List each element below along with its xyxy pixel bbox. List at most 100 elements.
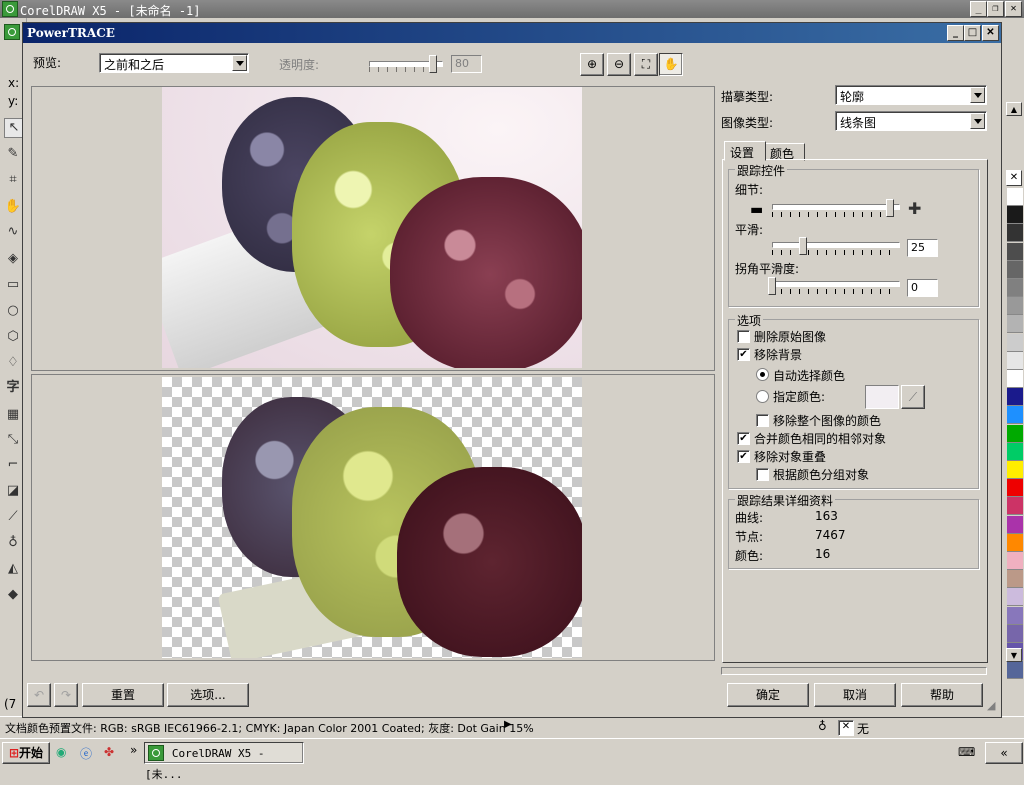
tray-expand-button[interactable]: « (985, 742, 1023, 764)
palette-swatch[interactable] (1007, 279, 1023, 297)
palette-none-swatch[interactable]: ✕ (1006, 170, 1022, 186)
eyedropper-button[interactable]: ⟋ (901, 385, 925, 409)
ellipse-tool-icon[interactable]: ○ (4, 302, 22, 320)
palette-swatch[interactable] (1007, 406, 1023, 425)
connector-tool-icon[interactable]: ⌐ (4, 456, 22, 474)
ok-button[interactable]: 确定 (727, 683, 809, 707)
preview-select[interactable]: 之前和之后 (99, 53, 249, 73)
palette-swatch[interactable] (1007, 497, 1023, 516)
palette-swatch[interactable] (1007, 260, 1023, 279)
dialog-close-button[interactable]: ✕ (982, 25, 999, 41)
reset-button[interactable]: 重置 (82, 683, 164, 707)
palette-swatch[interactable] (1007, 661, 1023, 680)
palette-swatch[interactable] (1007, 351, 1023, 370)
remove-background-checkbox[interactable]: ✔ (737, 348, 750, 361)
palette-swatch[interactable] (1007, 461, 1023, 479)
palette-swatch[interactable] (1007, 606, 1023, 625)
fill-tool-icon[interactable]: ◭ (4, 560, 22, 578)
status-arrow-icon[interactable]: ▶ (504, 719, 512, 730)
palette-swatch[interactable] (1007, 479, 1023, 498)
specify-color-radio[interactable] (756, 390, 769, 403)
palette-swatch[interactable] (1007, 242, 1023, 261)
text-tool-icon[interactable]: 字 (4, 379, 22, 397)
app-close-button[interactable]: ✕ (1005, 1, 1022, 17)
app-minimize-button[interactable]: _ (970, 1, 987, 17)
palette-swatch[interactable] (1007, 533, 1023, 552)
undo-button[interactable]: ↶ (27, 683, 51, 707)
freehand-tool-icon[interactable]: ∿ (4, 223, 22, 241)
table-tool-icon[interactable]: ▦ (4, 406, 22, 424)
task-coreldraw-button[interactable]: CorelDRAW X5 - [未... (144, 742, 304, 781)
corner-input[interactable]: 0 (907, 279, 938, 297)
browser-icon[interactable]: ◉ (56, 745, 66, 759)
dialog-minimize-button[interactable]: _ (947, 25, 964, 41)
detail-slider-track[interactable] (772, 204, 900, 210)
smoothing-slider-track[interactable] (772, 242, 900, 248)
basic-shapes-icon[interactable]: ♢ (4, 354, 22, 372)
palette-swatch[interactable] (1007, 370, 1023, 388)
eyedropper-tool-icon[interactable]: ⟋ (4, 508, 22, 526)
shape-tool-icon[interactable]: ✎ (4, 145, 22, 163)
polygon-tool-icon[interactable]: ⬡ (4, 328, 22, 346)
palette-up-arrow-icon[interactable]: ▲ (1006, 102, 1022, 116)
cancel-button[interactable]: 取消 (814, 683, 896, 707)
dialog-maximize-button[interactable]: □ (964, 25, 981, 41)
redo-button[interactable]: ↷ (54, 683, 78, 707)
smoothing-slider-thumb[interactable] (799, 237, 807, 255)
chevron-down-icon (970, 87, 985, 103)
palette-swatch[interactable] (1007, 315, 1023, 334)
start-button[interactable]: ⊞开始 (2, 742, 50, 764)
fit-view-button[interactable]: ⛶ (634, 53, 658, 76)
palette-swatch[interactable] (1007, 297, 1023, 316)
image-type-select[interactable]: 线条图 (835, 111, 987, 131)
transparency-slider-thumb[interactable] (429, 55, 437, 73)
keyboard-icon[interactable]: ⌨ (958, 745, 975, 759)
specify-color-swatch[interactable] (865, 385, 899, 409)
palette-swatch[interactable] (1007, 570, 1023, 589)
help-button[interactable]: 帮助 (901, 683, 983, 707)
more-icon[interactable]: » (130, 743, 137, 757)
pan-hand-button[interactable]: ✋ (659, 53, 683, 76)
dimension-tool-icon[interactable]: ⤡ (4, 431, 22, 449)
remove-whole-color-checkbox[interactable] (756, 414, 769, 427)
palette-swatch[interactable] (1007, 624, 1023, 643)
corner-slider-track[interactable] (772, 281, 900, 287)
palette-swatch[interactable] (1007, 188, 1023, 206)
palette-swatch[interactable] (1007, 588, 1023, 607)
pan-tool-icon[interactable]: ✋ (4, 198, 22, 216)
palette-swatch[interactable] (1007, 388, 1023, 407)
palette-down-arrow-icon[interactable]: ▼ (1006, 648, 1022, 662)
ie-icon[interactable]: ⓔ (80, 745, 92, 762)
blend-tool-icon[interactable]: ◪ (4, 482, 22, 500)
zoom-out-button[interactable]: ⊖ (607, 53, 631, 76)
transparency-input[interactable]: 80 (451, 55, 482, 73)
palette-swatch[interactable] (1007, 206, 1023, 225)
palette-swatch[interactable] (1007, 424, 1023, 443)
palette-swatch[interactable] (1007, 515, 1023, 534)
pick-tool-icon[interactable]: ↖ (4, 118, 24, 138)
interactive-fill-icon[interactable]: ◆ (4, 586, 22, 604)
trace-type-select[interactable]: 轮廓 (835, 85, 987, 105)
zoom-in-button[interactable]: ⊕ (580, 53, 604, 76)
palette-swatch[interactable] (1007, 552, 1023, 570)
resize-grip-icon[interactable]: ◢ (987, 699, 995, 712)
smart-fill-icon[interactable]: ◈ (4, 250, 22, 268)
detail-slider-thumb[interactable] (886, 199, 894, 217)
app-quicklaunch-icon[interactable]: ✤ (104, 745, 114, 759)
smoothing-input[interactable]: 25 (907, 239, 938, 257)
delete-original-checkbox[interactable] (737, 330, 750, 343)
app-restore-button[interactable]: ❐ (987, 1, 1004, 17)
merge-adjacent-checkbox[interactable]: ✔ (737, 432, 750, 445)
palette-swatch[interactable] (1007, 442, 1023, 461)
palette-swatch[interactable] (1007, 333, 1023, 352)
crop-tool-icon[interactable]: ⌗ (4, 171, 22, 189)
remove-overlap-checkbox[interactable]: ✔ (737, 450, 750, 463)
group-by-color-checkbox[interactable] (756, 468, 769, 481)
corner-slider-thumb[interactable] (768, 277, 776, 295)
tab-settings[interactable]: 设置 (724, 141, 766, 161)
palette-swatch[interactable] (1007, 224, 1023, 243)
rectangle-tool-icon[interactable]: ▭ (4, 276, 22, 294)
outline-tool-icon[interactable]: ♁ (4, 534, 22, 552)
options-button[interactable]: 选项... (167, 683, 249, 707)
auto-color-radio[interactable] (756, 368, 769, 381)
